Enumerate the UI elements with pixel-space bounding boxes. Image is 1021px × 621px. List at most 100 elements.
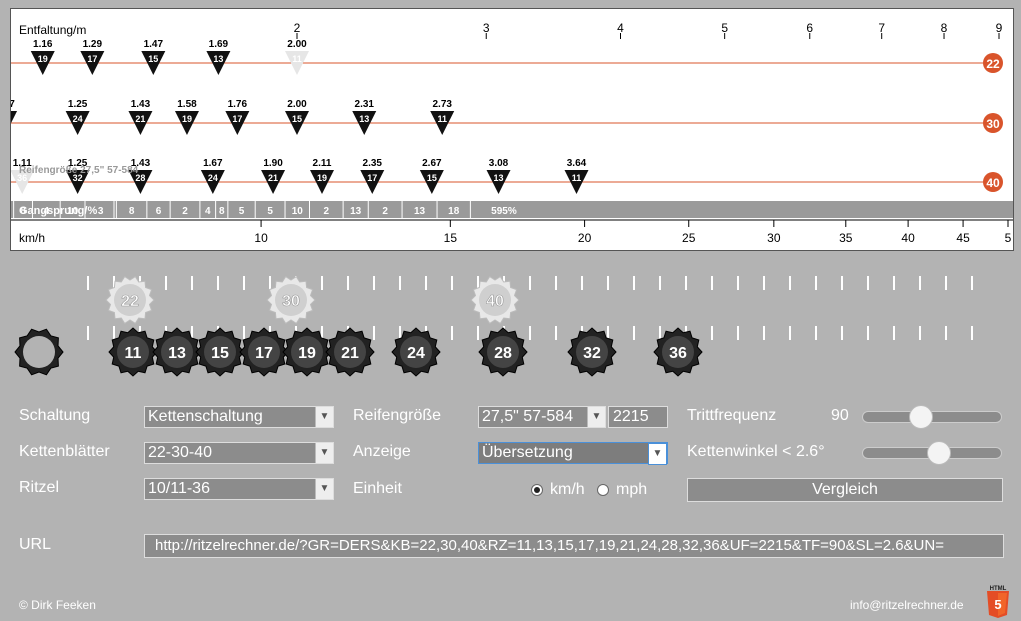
gear-value-label: 1.43 [131,99,151,110]
gear-marker-cog: 17 [87,54,97,64]
chevron-down-icon: ▼ [315,443,333,463]
gear-label: 22 [121,293,139,310]
gear-step-value: 2 [182,206,188,217]
kmh-radio[interactable] [531,484,543,496]
gear-marker-cog: 19 [182,114,192,124]
gear-value-label: 1.69 [209,39,229,50]
gear-marker-cog: 24 [208,173,218,183]
gear-marker-cog: 19 [38,54,48,64]
kettenwinkel-slider[interactable] [862,441,1002,465]
reifen-value: 27,5" 57-584 [482,408,574,425]
gear-step-value: 10 [292,206,304,217]
gear-visualization: 22 30 40 11 13 15 17 19 21 24 28 32 36 [0,262,1021,392]
bottom-axis-tick-label: 30 [767,231,781,245]
top-axis-tick-label: 2 [294,21,301,35]
svg-text:5: 5 [994,597,1001,612]
gear-marker-cog: 17 [367,173,377,183]
email-link[interactable]: info@ritzelrechner.de [850,598,964,612]
top-axis-label: Entfaltung/m [19,23,86,37]
anzeige-select[interactable]: Übersetzung ▼ [478,442,668,465]
gear-step-value: 4 [205,206,211,217]
chevron-down-icon: ▼ [648,443,667,465]
bottom-axis-tick-label: 25 [682,231,696,245]
gear-value-label: 1.76 [228,99,248,110]
gear-value-label: 1.07 [11,99,15,110]
ritzel-label: Ritzel [19,479,60,496]
gear-value-label: 2.67 [422,158,442,169]
cog-36: 36 [653,327,703,377]
ritzel-select[interactable]: 10/11-36 ▼ [144,478,334,500]
gear-label: 40 [486,293,504,310]
gear-step-value: 2 [324,206,330,217]
gear-label: 17 [255,345,273,362]
gear-label: 32 [583,345,601,362]
anzeige-label: Anzeige [353,443,411,460]
schaltung-select[interactable]: Kettenschaltung ▼ [144,406,334,428]
chevron-down-icon: ▼ [315,407,333,427]
html5-icon: HTML 5 [986,586,1010,618]
gear-label: 30 [282,293,300,310]
gear-step-value: 595% [491,206,517,217]
bottom-axis-tick-label: 35 [839,231,853,245]
gear-value-label: 1.58 [177,99,197,110]
trittfrequenz-slider[interactable] [862,405,1002,429]
kettenblaetter-label: Kettenblätter [19,443,110,460]
chainring-badge-label: 22 [986,57,1000,71]
top-axis-tick-label: 3 [483,21,490,35]
gear-marker-cog: 11 [437,114,447,124]
gear-value-label: 2.73 [432,99,452,110]
gear-chart-svg: Entfaltung/m23456789220.611360.688320.78… [11,21,1013,245]
gear-step-value: 13 [350,206,362,217]
gear-step-value: 18 [448,206,460,217]
gear-marker-cog: 13 [494,173,504,183]
slider-thumb[interactable] [909,405,933,429]
gear-label: 15 [211,345,229,362]
top-axis-tick-label: 5 [721,21,728,35]
gear-step-value: 3 [98,206,104,217]
bottom-axis-tick-label: 45 [956,231,970,245]
bottom-axis-tick-label: 10 [254,231,268,245]
gear-label: 28 [494,345,512,362]
slider-thumb[interactable] [927,441,951,465]
schaltung-value: Kettenschaltung [148,408,263,425]
derailleur-pulley [14,328,64,376]
cog-28: 28 [478,327,528,377]
gear-marker-cog: 21 [268,173,278,183]
anzeige-value: Übersetzung [482,444,573,461]
trittfrequenz-label: Trittfrequenz [687,407,777,424]
gear-marker-cog: 21 [135,114,145,124]
top-axis-tick-label: 4 [617,21,624,35]
gear-value-label: 1.90 [263,158,283,169]
gear-marker-cog: 15 [148,54,158,64]
circumference-input[interactable]: 2215 [608,406,668,428]
reifen-select[interactable]: 27,5" 57-584 ▼ [478,406,606,428]
gear-value-label: 3.64 [567,158,587,169]
gear-step-value: 4 [44,206,50,217]
url-field[interactable]: http://ritzelrechner.de/?GR=DERS&KB=22,3… [144,534,1004,558]
gear-value-label: 1.16 [33,39,53,50]
gear-label: 19 [298,345,316,362]
mph-radio[interactable] [597,484,609,496]
gear-step-value: 6 [156,206,162,217]
mph-label: mph [616,481,648,498]
cog-21: 21 [325,327,375,377]
kettenblaetter-select[interactable]: 22-30-40 ▼ [144,442,334,464]
gear-value-label: 1.47 [144,39,164,50]
gear-value-label: 2.11 [313,158,332,169]
gear-value-label: 2.31 [355,99,375,110]
gear-hub [23,336,55,368]
gear-step-value: 2 [382,206,388,217]
bottom-axis-label: km/h [19,231,45,245]
gear-label: 36 [669,345,687,362]
cog-11: 11 [108,327,158,377]
gear-marker-cog: 11 [572,173,582,183]
gears-svg: 22 30 40 11 13 15 17 19 21 24 28 32 36 [14,275,973,377]
gear-step-value: 5 [239,206,245,217]
gear-step-value: 13 [414,206,426,217]
schaltung-label: Schaltung [19,407,91,424]
gear-step-label: Gangsprung/% [19,205,97,217]
gear-marker-cog: 11 [292,54,302,64]
vergleich-button[interactable]: Vergleich [687,478,1003,502]
bottom-axis-tick-label: 15 [444,231,458,245]
kettenblaetter-value: 22-30-40 [148,444,213,461]
